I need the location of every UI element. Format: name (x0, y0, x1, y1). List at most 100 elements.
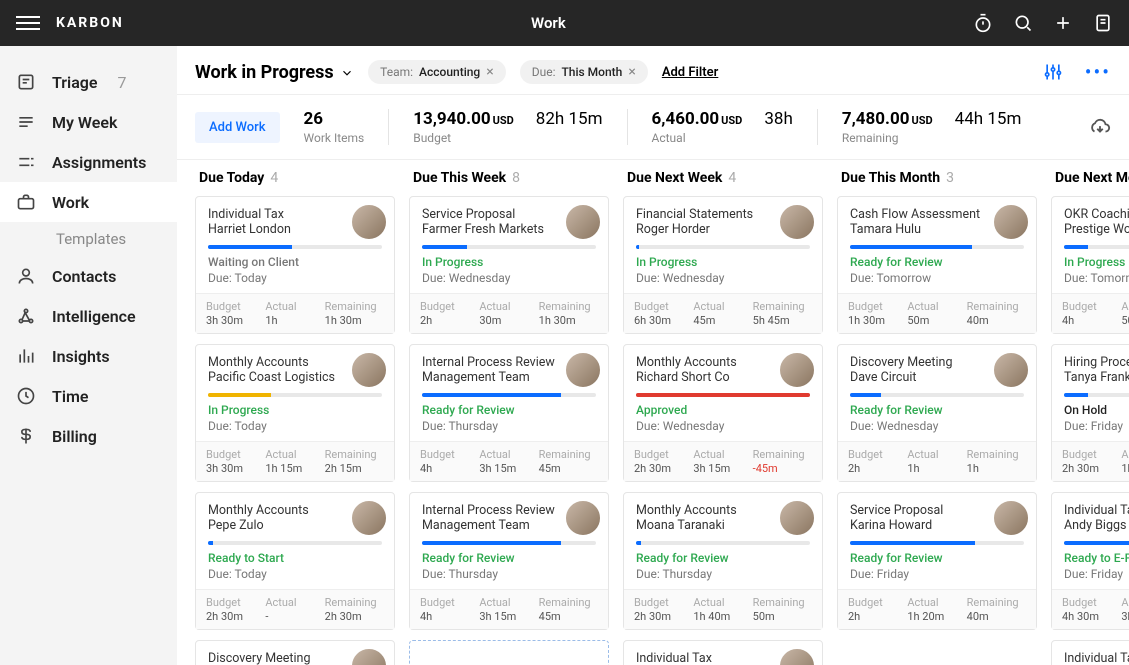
section-title[interactable]: Work in Progress (195, 62, 354, 83)
work-card[interactable]: Individual Tax Andy Biggs Ready to E-Fil… (1051, 492, 1129, 630)
progress-bar (1064, 541, 1129, 545)
card-status: Ready for Review (850, 551, 1024, 565)
progress-bar (208, 541, 382, 545)
column-header: Due Next Week4 (623, 170, 823, 186)
stat-actual: 6,460.00USD38h Actual (627, 109, 817, 145)
column-header: Due Next Month (1051, 170, 1129, 186)
progress-bar (208, 245, 382, 249)
sidebar: Triage 7 My Week Assignments Work Templat… (0, 46, 177, 665)
stopwatch-icon[interactable] (973, 13, 993, 33)
sidebar-item-assignments[interactable]: Assignments (0, 142, 177, 182)
sidebar-label: Work (52, 193, 89, 212)
avatar (564, 351, 602, 389)
avatar (778, 647, 816, 665)
sidebar-item-contacts[interactable]: Contacts (0, 256, 177, 296)
card-client: Tanya Franks A (1064, 370, 1129, 385)
card-due: Due: Wednesday (636, 419, 810, 433)
card-metrics: Budget6h 30m Actual45m Remaining5h 45m (624, 293, 822, 333)
card-placeholder[interactable] (409, 640, 609, 665)
work-card[interactable]: Discovery Meeting Lola Goepel (195, 640, 395, 665)
work-card[interactable]: Service Proposal Farmer Fresh Markets In… (409, 196, 609, 334)
work-card[interactable]: Internal Process Review Management Team … (409, 492, 609, 630)
sidebar-count: 7 (118, 73, 127, 92)
work-card[interactable]: Monthly Accounts Moana Taranaki Ready fo… (623, 492, 823, 630)
chip-remove-icon[interactable]: × (628, 65, 635, 79)
plus-icon[interactable] (1053, 13, 1073, 33)
card-metrics: Budget4h Actual50m Remaining (1052, 293, 1129, 333)
add-work-button[interactable]: Add Work (195, 112, 280, 143)
card-due: Due: Thursday (422, 567, 596, 581)
card-status: Ready for Review (422, 551, 596, 565)
search-icon[interactable] (1013, 13, 1033, 33)
sidebar-item-myweek[interactable]: My Week (0, 102, 177, 142)
sidebar-label: Time (52, 387, 89, 406)
filter-chip-due[interactable]: Due:This Month× (520, 60, 648, 84)
work-card[interactable]: Individual Tax George Connor (1051, 640, 1129, 665)
work-card[interactable]: Financial Statements Roger Horder In Pro… (623, 196, 823, 334)
avatar (992, 499, 1030, 537)
sidebar-sub-templates[interactable]: Templates (0, 222, 177, 256)
avatar (350, 647, 388, 665)
progress-bar (1064, 393, 1129, 397)
work-card[interactable]: OKR Coaching Prestige Worldw In Progress… (1051, 196, 1129, 334)
hamburger-menu[interactable] (16, 11, 40, 35)
sliders-icon[interactable] (1043, 62, 1063, 82)
card-status: Ready for Review (422, 403, 596, 417)
add-filter-link[interactable]: Add Filter (662, 65, 719, 80)
card-due: Due: Tomorrow (1064, 271, 1129, 285)
work-card[interactable]: Discovery Meeting Dave Circuit Ready for… (837, 344, 1037, 482)
sidebar-item-billing[interactable]: Billing (0, 416, 177, 456)
myweek-icon (16, 112, 36, 132)
card-metrics: Budget3h 30m Actual1h Remaining1h 30m (196, 293, 394, 333)
progress-bar (1064, 245, 1129, 249)
avatar (778, 499, 816, 537)
work-card[interactable]: Individual Tax Harriet London Waiting on… (195, 196, 395, 334)
more-menu[interactable]: ••• (1085, 60, 1111, 84)
filter-chip-team[interactable]: Team:Accounting× (368, 60, 506, 84)
card-metrics: Budget2h Actual1h 20m Remaining40m (838, 589, 1036, 629)
work-card[interactable]: Service Proposal Karina Howard Ready for… (837, 492, 1037, 630)
progress-bar (636, 541, 810, 545)
card-type: Individual Tax (1064, 503, 1129, 518)
stat-budget: 13,940.00USD82h 15m Budget (388, 109, 626, 145)
sidebar-item-intelligence[interactable]: Intelligence (0, 296, 177, 336)
billing-icon (16, 426, 36, 446)
chip-remove-icon[interactable]: × (486, 65, 493, 79)
work-card[interactable]: Hiring Process Tanya Franks A On Hold Du… (1051, 344, 1129, 482)
contacts-icon (16, 266, 36, 286)
column-header: Due This Month3 (837, 170, 1037, 186)
notes-icon[interactable] (1093, 13, 1113, 33)
work-card[interactable]: Monthly Accounts Pacific Coast Logistics… (195, 344, 395, 482)
insights-icon (16, 346, 36, 366)
card-metrics: Budget2h Actual30m Remaining1h 30m (410, 293, 608, 333)
sidebar-item-time[interactable]: Time (0, 376, 177, 416)
work-card[interactable]: Internal Process Review Management Team … (409, 344, 609, 482)
card-status: In Progress (636, 255, 810, 269)
card-status: Waiting on Client (208, 255, 382, 269)
card-status: In Progress (1064, 255, 1129, 269)
progress-bar (850, 541, 1024, 545)
card-status: In Progress (422, 255, 596, 269)
work-icon (16, 192, 36, 212)
card-status: On Hold (1064, 403, 1129, 417)
work-card[interactable]: Individual Tax Andy Biggs (623, 640, 823, 665)
assignments-icon (16, 152, 36, 172)
sidebar-item-insights[interactable]: Insights (0, 336, 177, 376)
progress-bar (850, 393, 1024, 397)
card-due: Due: Friday (1064, 419, 1129, 433)
progress-bar (636, 245, 810, 249)
sidebar-label: Triage (52, 73, 98, 92)
progress-bar (636, 393, 810, 397)
card-client: Andy Biggs (1064, 518, 1129, 533)
sidebar-item-work[interactable]: Work (0, 182, 177, 222)
card-type: OKR Coaching (1064, 207, 1129, 222)
card-metrics: Budget2h 30m Actual1h 40m Remaining50m (624, 589, 822, 629)
avatar (564, 499, 602, 537)
work-card[interactable]: Monthly Accounts Pepe Zulo Ready to Star… (195, 492, 395, 630)
avatar (992, 351, 1030, 389)
avatar (350, 351, 388, 389)
cloud-download-icon[interactable] (1089, 116, 1111, 138)
work-card[interactable]: Monthly Accounts Richard Short Co Approv… (623, 344, 823, 482)
sidebar-item-triage[interactable]: Triage 7 (0, 62, 177, 102)
work-card[interactable]: Cash Flow Assessment Tamara Hulu Ready f… (837, 196, 1037, 334)
